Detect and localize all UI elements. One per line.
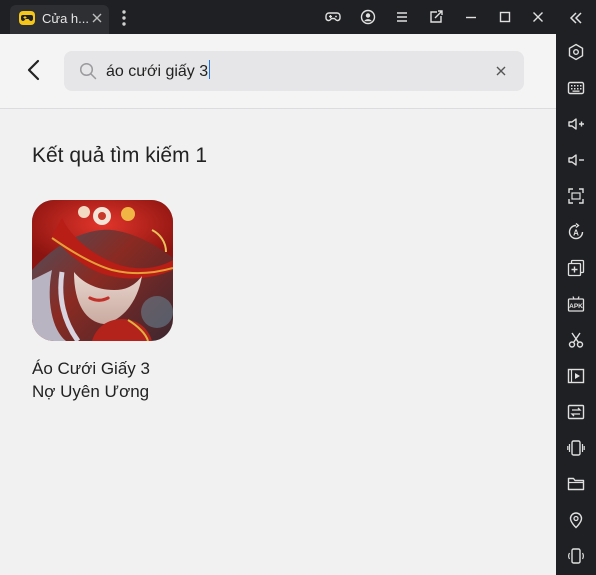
- fullscreen-icon[interactable]: [567, 187, 585, 205]
- emulator-sidebar: A APK: [556, 0, 596, 575]
- close-icon[interactable]: [530, 9, 546, 25]
- location-icon[interactable]: [567, 511, 585, 529]
- settings-hexagon-icon[interactable]: [567, 43, 585, 61]
- results-heading: Kết quả tìm kiếm 1: [32, 144, 208, 167]
- app-name[interactable]: Áo Cưới Giấy 3 Nợ Uyên Ương: [32, 357, 182, 403]
- menu-icon[interactable]: [394, 9, 410, 25]
- back-arrow-icon[interactable]: [24, 58, 44, 82]
- volume-up-icon[interactable]: [567, 115, 585, 133]
- gamepad-control-icon[interactable]: [325, 9, 341, 25]
- minimize-icon[interactable]: [463, 9, 479, 25]
- search-header: áo cưới giấy 3: [0, 34, 556, 109]
- more-options-icon[interactable]: [119, 9, 129, 27]
- shake-icon[interactable]: [567, 439, 585, 457]
- app-result-card[interactable]: Áo Cưới Giấy 3 Nợ Uyên Ương: [32, 200, 182, 403]
- rotate-device-icon[interactable]: [567, 547, 585, 565]
- search-input[interactable]: áo cưới giấy 3: [106, 60, 211, 82]
- screen-export-icon[interactable]: [428, 9, 444, 25]
- auto-rotate-icon[interactable]: A: [567, 223, 585, 241]
- tab-close-icon[interactable]: [90, 11, 104, 25]
- maximize-icon[interactable]: [497, 9, 513, 25]
- search-icon: [79, 62, 97, 85]
- volume-down-icon[interactable]: [567, 151, 585, 169]
- tab-title: Cửa h...: [42, 11, 89, 26]
- folder-icon[interactable]: [567, 475, 585, 493]
- keyboard-icon[interactable]: [567, 79, 585, 97]
- svg-text:A: A: [573, 229, 579, 238]
- title-bar: Cửa h...: [0, 0, 556, 34]
- collapse-sidebar-icon[interactable]: [567, 9, 585, 27]
- account-icon[interactable]: [360, 9, 376, 25]
- app-icon[interactable]: [32, 200, 173, 341]
- screenshot-scissors-icon[interactable]: [567, 331, 585, 349]
- apk-install-icon[interactable]: APK: [567, 295, 585, 313]
- gamepad-icon: [19, 11, 35, 25]
- app-tab[interactable]: Cửa h...: [10, 5, 109, 34]
- clear-search-icon[interactable]: [494, 64, 508, 78]
- add-app-icon[interactable]: [567, 259, 585, 277]
- sync-icon[interactable]: [567, 403, 585, 421]
- search-bar[interactable]: áo cưới giấy 3: [64, 51, 524, 91]
- text-caret: [209, 60, 211, 79]
- svg-text:APK: APK: [569, 303, 583, 310]
- store-content: áo cưới giấy 3 Kết quả tìm kiếm 1 Áo Cướ…: [0, 34, 556, 575]
- record-video-icon[interactable]: [567, 367, 585, 385]
